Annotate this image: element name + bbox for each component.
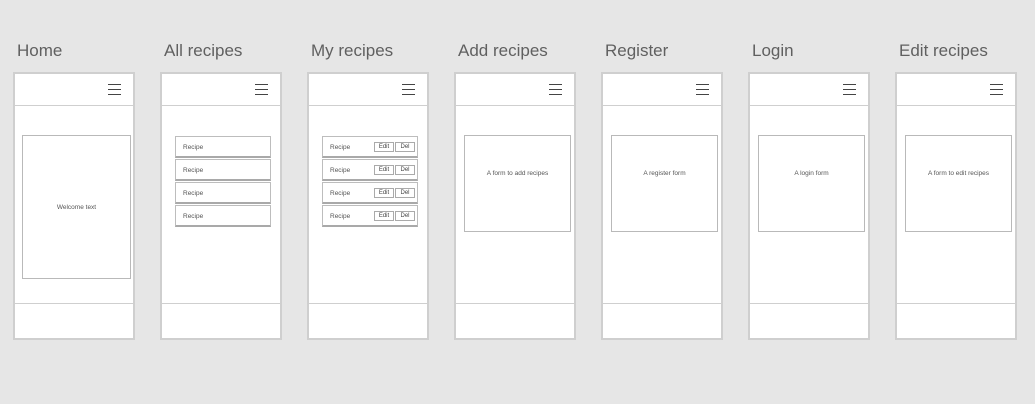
recipe-list: Recipe Recipe Recipe Recipe: [175, 136, 271, 228]
form-placeholder-text: A register form: [643, 170, 686, 177]
delete-button[interactable]: Del: [395, 165, 415, 175]
edit-button[interactable]: Edit: [374, 142, 394, 152]
hamburger-menu-icon[interactable]: [843, 84, 856, 96]
phone-frame-home: Welcome text: [13, 72, 135, 340]
recipe-row: Recipe Edit Del: [322, 182, 418, 204]
menu-line: [990, 84, 1003, 86]
menu-line: [255, 94, 268, 96]
recipe-label: Recipe: [183, 144, 204, 151]
phone-footer: [897, 303, 1015, 338]
phone-header: [456, 74, 574, 106]
delete-button[interactable]: Del: [395, 211, 415, 221]
recipe-row: Recipe Edit Del: [322, 159, 418, 181]
menu-line: [843, 84, 856, 86]
recipe-label: Recipe: [183, 190, 204, 197]
phone-frame-login: A login form: [748, 72, 870, 340]
form-placeholder-text: A form to add recipes: [486, 170, 549, 177]
menu-line: [255, 89, 268, 91]
menu-line: [696, 89, 709, 91]
phone-header: [162, 74, 280, 106]
form-placeholder-box: A register form: [611, 135, 718, 232]
phone-header: [897, 74, 1015, 106]
phone-header: [750, 74, 868, 106]
recipe-row: Recipe Edit Del: [322, 205, 418, 227]
form-placeholder-text: A login form: [794, 170, 829, 177]
phone-footer: [162, 303, 280, 338]
screen-title-register: Register: [605, 41, 669, 60]
screen-title-edit-recipes: Edit recipes: [899, 41, 988, 60]
menu-line: [843, 89, 856, 91]
phone-frame-my-recipes: Recipe Edit Del Recipe Edit Del Recipe Edit Del R…: [307, 72, 429, 340]
phone-header: [15, 74, 133, 106]
menu-line: [549, 94, 562, 96]
recipe-label: Recipe: [183, 167, 204, 174]
recipe-label: Recipe: [330, 167, 351, 174]
recipe-label: Recipe: [330, 190, 351, 197]
menu-line: [402, 89, 415, 91]
welcome-text-box: Welcome text: [22, 135, 131, 279]
edit-button[interactable]: Edit: [374, 165, 394, 175]
phone-frame-all-recipes: Recipe Recipe Recipe Recipe: [160, 72, 282, 340]
recipe-row[interactable]: Recipe: [175, 136, 271, 158]
menu-line: [402, 94, 415, 96]
recipe-list: Recipe Edit Del Recipe Edit Del Recipe Edit Del R…: [322, 136, 418, 228]
hamburger-menu-icon[interactable]: [108, 84, 121, 96]
hamburger-menu-icon[interactable]: [549, 84, 562, 96]
menu-line: [108, 84, 121, 86]
hamburger-menu-icon[interactable]: [255, 84, 268, 96]
menu-line: [108, 89, 121, 91]
recipe-row[interactable]: Recipe: [175, 159, 271, 181]
screen-title-all-recipes: All recipes: [164, 41, 243, 60]
menu-line: [990, 89, 1003, 91]
edit-button[interactable]: Edit: [374, 211, 394, 221]
phone-frame-register: A register form: [601, 72, 723, 340]
menu-line: [255, 84, 268, 86]
phone-footer: [603, 303, 721, 338]
recipe-row: Recipe Edit Del: [322, 136, 418, 158]
phone-header: [603, 74, 721, 106]
screen-title-home: Home: [17, 41, 63, 60]
hamburger-menu-icon[interactable]: [990, 84, 1003, 96]
recipe-label: Recipe: [330, 144, 351, 151]
delete-button[interactable]: Del: [395, 142, 415, 152]
phone-footer: [456, 303, 574, 338]
phone-footer: [309, 303, 427, 338]
menu-line: [549, 89, 562, 91]
hamburger-menu-icon[interactable]: [696, 84, 709, 96]
delete-button[interactable]: Del: [395, 188, 415, 198]
screen-title-login: Login: [752, 41, 794, 60]
menu-line: [549, 84, 562, 86]
recipe-label: Recipe: [330, 213, 351, 220]
form-placeholder-box: A form to add recipes: [464, 135, 571, 232]
phone-frame-edit-recipes: A form to edit recipes: [895, 72, 1017, 340]
menu-line: [990, 94, 1003, 96]
menu-line: [402, 84, 415, 86]
menu-line: [696, 94, 709, 96]
welcome-text: Welcome text: [56, 203, 97, 211]
form-placeholder-box: A login form: [758, 135, 865, 232]
recipe-row[interactable]: Recipe: [175, 182, 271, 204]
menu-line: [108, 94, 121, 96]
form-placeholder-box: A form to edit recipes: [905, 135, 1012, 232]
recipe-row[interactable]: Recipe: [175, 205, 271, 227]
screen-title-my-recipes: My recipes: [311, 41, 394, 60]
phone-frame-add-recipes: A form to add recipes: [454, 72, 576, 340]
phone-footer: [750, 303, 868, 338]
recipe-label: Recipe: [183, 213, 204, 220]
menu-line: [696, 84, 709, 86]
hamburger-menu-icon[interactable]: [402, 84, 415, 96]
form-placeholder-text: A form to edit recipes: [927, 170, 990, 177]
menu-line: [843, 94, 856, 96]
phone-footer: [15, 303, 133, 338]
screen-title-add-recipes: Add recipes: [458, 41, 548, 60]
phone-header: [309, 74, 427, 106]
edit-button[interactable]: Edit: [374, 188, 394, 198]
